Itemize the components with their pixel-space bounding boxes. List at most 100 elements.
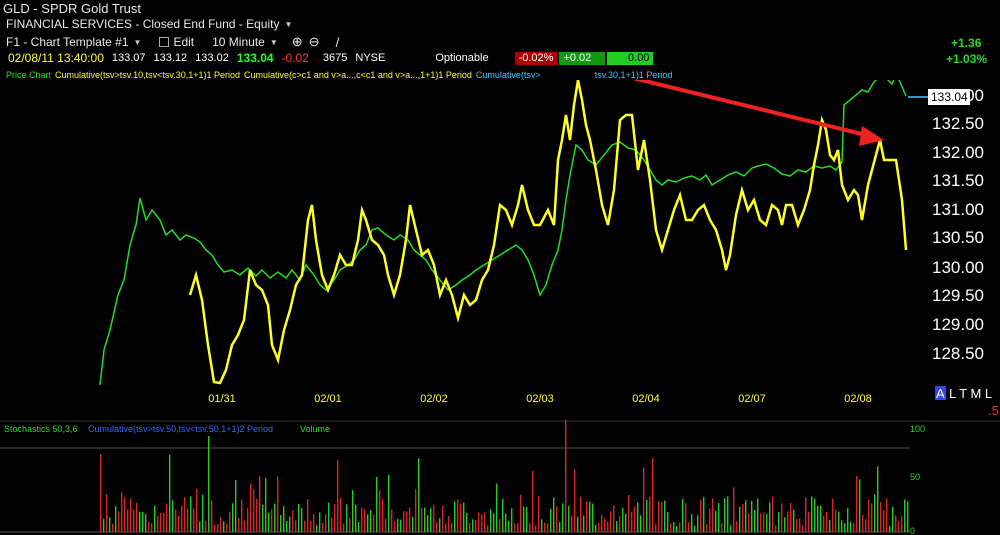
scale-options-label[interactable]: L T M L xyxy=(949,386,992,401)
volume-bar xyxy=(100,454,102,532)
volume-bar xyxy=(418,458,420,532)
volume-bar xyxy=(685,503,687,532)
quote-low: 133.02 xyxy=(195,52,229,64)
volume-bar xyxy=(625,513,627,532)
quote-bar: 02/08/11 13:40:00 133.07 133.12 133.02 1… xyxy=(0,50,1000,66)
volume-bar xyxy=(412,516,414,532)
volume-bar xyxy=(364,509,366,532)
volume-bar xyxy=(820,505,822,532)
study-cum3-prefix[interactable]: Cumulative(tsv> xyxy=(476,70,541,80)
stochastics-label: Stochastics 50,3,6 xyxy=(4,424,78,434)
volume-bar xyxy=(496,483,498,532)
volume-bar xyxy=(433,504,435,532)
volume-bar xyxy=(487,525,489,532)
volume-bar xyxy=(724,498,726,532)
sector-dropdown-icon[interactable]: ▼ xyxy=(284,20,292,29)
volume-bar xyxy=(766,513,768,532)
volume-bar xyxy=(694,525,696,532)
price-axis-label: 130.50 xyxy=(932,228,984,247)
volume-bar xyxy=(649,496,651,532)
date-axis-label: 02/03 xyxy=(526,393,554,405)
volume-bar xyxy=(331,517,333,532)
price-axis-label: 129.00 xyxy=(932,315,984,334)
volume-bar xyxy=(166,503,168,532)
volume-bar xyxy=(742,503,744,532)
volume-bar xyxy=(397,518,399,532)
interval-dropdown[interactable]: 10 Minute ▼ xyxy=(212,35,278,49)
volume-bar xyxy=(349,517,351,532)
volume-bar xyxy=(154,505,156,532)
chart-template-dropdown[interactable]: F1 - Chart Template #1 ▼ xyxy=(6,35,141,49)
volume-bar xyxy=(430,508,432,532)
volume-bar xyxy=(124,497,126,532)
volume-bar xyxy=(178,515,180,532)
volume-bar xyxy=(181,505,183,532)
volume-bar xyxy=(817,505,819,532)
indicator-line xyxy=(188,80,908,385)
study-cum1[interactable]: Cumulative(tsv>tsv.10,tsv<tsv.30,1+1)1 P… xyxy=(55,70,240,80)
volume-bar xyxy=(847,507,849,532)
stochastics-cum-label[interactable]: Cumulative(tsv>tsv.50,tsv<tsv.50,1+1)2 P… xyxy=(88,424,273,434)
volume-bar xyxy=(145,513,147,532)
volume-bar xyxy=(220,517,222,532)
volume-bar xyxy=(700,499,702,532)
volume-bar xyxy=(472,519,474,532)
volume-bar xyxy=(874,494,876,532)
volume-bar xyxy=(835,509,837,532)
volume-bar xyxy=(892,506,894,532)
volume-bar xyxy=(877,466,879,532)
volume-bar xyxy=(199,521,201,532)
volume-bar xyxy=(421,507,423,532)
volume-bar xyxy=(532,470,534,532)
volume-bar xyxy=(745,500,747,532)
volume-bar xyxy=(619,516,621,532)
price-axis-label: 132.00 xyxy=(932,143,984,162)
volume-bar xyxy=(616,521,618,532)
volume-bar xyxy=(661,502,663,532)
price-axis-label: 131.00 xyxy=(932,200,984,219)
volume-bar xyxy=(280,514,282,532)
edit-button[interactable]: Edit xyxy=(159,35,194,49)
price-chart-panel[interactable]: 133.00132.50132.00131.50131.00130.50130.… xyxy=(0,80,1000,420)
quote-exchange: NYSE xyxy=(355,52,386,64)
volume-bar xyxy=(823,515,825,532)
study-cum3-suffix[interactable]: tsv.30,1+1)1 Period xyxy=(595,70,673,80)
volume-bar xyxy=(406,511,408,532)
volume-bar xyxy=(310,521,312,532)
date-axis-label: 01/31 xyxy=(208,393,236,405)
volume-bar xyxy=(130,498,132,532)
volume-bar xyxy=(706,523,708,532)
volume-bar xyxy=(136,502,138,532)
zoom-out-icon[interactable]: ⊖ xyxy=(309,34,320,50)
volume-bar xyxy=(394,521,396,532)
quote-high: 133.12 xyxy=(153,52,188,64)
date-axis-label: 02/01 xyxy=(314,393,342,405)
symbol-label[interactable]: GLD xyxy=(3,1,30,16)
study-cum2[interactable]: Cumulative(c>c1 and v>a...,c<c1 and v>a.… xyxy=(244,70,472,80)
volume-bar xyxy=(550,509,552,532)
volume-bar xyxy=(769,502,771,532)
volume-bar xyxy=(295,520,297,532)
volume-bar xyxy=(445,523,447,532)
stochastics-panel[interactable]: Stochastics 50,3,6 Cumulative(tsv>tsv.50… xyxy=(0,420,1000,535)
volume-bar xyxy=(391,509,393,532)
volume-bar xyxy=(736,521,738,532)
scale-mark: .5 xyxy=(988,403,999,418)
volume-bar xyxy=(538,496,540,532)
price-axis-label: 131.50 xyxy=(932,171,984,190)
quote-change: -0.02 xyxy=(281,51,309,65)
volume-bar xyxy=(841,520,843,532)
volume-bar xyxy=(448,516,450,532)
zoom-in-icon[interactable]: ⊕ xyxy=(292,34,303,50)
volume-bar xyxy=(865,519,867,532)
volume-bar xyxy=(598,522,600,532)
volume-bar xyxy=(274,503,276,532)
volume-bar xyxy=(748,513,750,532)
volume-bar xyxy=(208,436,210,532)
volume-bar xyxy=(682,498,684,532)
volume-bar xyxy=(718,503,720,532)
date-axis-label: 02/02 xyxy=(420,393,448,405)
chevron-down-icon: ▼ xyxy=(269,37,278,47)
draw-tool-icon[interactable]: / xyxy=(336,35,340,50)
volume-bar xyxy=(451,522,453,532)
